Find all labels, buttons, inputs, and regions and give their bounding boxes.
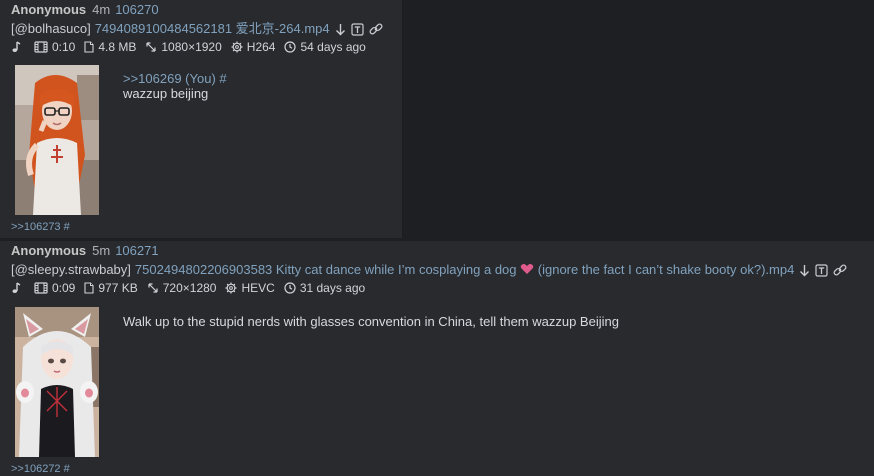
video-thumbnail[interactable] [15,307,99,457]
file-name-link[interactable]: 7502494802206903583 Kitty cat dance whil… [135,262,794,278]
download-arrow-icon[interactable] [799,264,810,277]
text-box-icon[interactable] [351,22,364,36]
upload-age: 31 days ago [284,281,365,295]
codec: H264 [231,40,276,54]
resolution: 720×1280 [147,281,217,295]
duration-value: 0:10 [52,40,76,54]
text-box-icon[interactable] [815,263,828,277]
age-value: 54 days ago [300,40,366,54]
poster-name: Anonymous [11,2,87,17]
link-icon[interactable] [369,22,383,36]
file-size: 977 KB [84,281,138,295]
codec: HEVC [225,281,275,295]
resize-arrows-icon [146,42,156,52]
file-icon [84,282,94,294]
resize-arrows-icon [148,283,158,293]
link-icon[interactable] [833,263,847,277]
post-time: 5m [92,243,111,258]
gear-icon [225,282,237,294]
poster-name: Anonymous [11,243,87,258]
download-arrow-icon[interactable] [335,23,346,36]
post-text: Walk up to the stupid nerds with glasses… [123,314,619,329]
uploader-handle: [@sleepy.strawbaby] [11,262,131,277]
post-number-link[interactable]: 106271 [115,243,158,258]
video-duration: 0:09 [34,281,75,295]
post-time: 4m [92,2,111,17]
gear-icon [231,41,243,53]
post-number-link[interactable]: 106270 [115,2,158,17]
file-icon [84,41,94,53]
clock-icon [284,41,297,53]
video-thumbnail[interactable] [15,65,99,215]
film-icon [34,41,48,53]
resolution-value: 1080×1920 [161,40,222,54]
file-info-line: [@sleepy.strawbaby] 7502494802206903583 … [11,262,847,278]
reply-quote-link[interactable]: >>106269 (You) # [123,71,227,86]
heart-icon [520,262,538,277]
film-icon [34,282,48,294]
post-header: Anonymous 4m 106270 [11,2,159,17]
age-value: 31 days ago [299,281,366,295]
backlink[interactable]: >>106272 # [11,463,70,475]
post-body: Walk up to the stupid nerds with glasses… [123,314,619,329]
file-name-part: (ignore the fact I can’t shake booty ok?… [537,262,795,277]
duration-value: 0:09 [52,281,76,295]
post-body: >>106269 (You) # wazzup beijing [123,71,227,101]
size-value: 4.8 MB [98,40,137,54]
codec-value: HEVC [241,281,275,295]
codec-value: H264 [246,40,276,54]
file-name-part: 7502494802206903583 Kitty cat dance whil… [134,262,517,277]
media-meta: 0:09 977 KB 720×1280 HEVC 31 days ago [11,281,374,295]
post-header: Anonymous 5m 106271 [11,243,159,258]
video-duration: 0:10 [34,40,75,54]
clock-icon [284,282,296,294]
post-106270: Anonymous 4m 106270 [@bolhasuco] 749408910… [0,0,403,238]
post-text: wazzup beijing [123,86,209,101]
music-note-icon[interactable] [11,282,25,294]
size-value: 977 KB [98,281,138,295]
backlink[interactable]: >>106273 # [11,221,70,233]
resolution: 1080×1920 [145,40,222,54]
post-106271: Anonymous 5m 106271 [@sleepy.strawbaby] 75… [0,241,874,476]
resolution-value: 720×1280 [162,281,217,295]
file-info-line: [@bolhasuco] 7494089100484562181 爱北京-264… [11,21,383,37]
music-note-icon[interactable] [11,41,25,53]
upload-age: 54 days ago [284,40,366,54]
uploader-handle: [@bolhasuco] [11,21,91,36]
media-meta: 0:10 4.8 MB 1080×1920 H264 54 days ago [11,40,375,54]
file-name-link[interactable]: 7494089100484562181 爱北京-264.mp4 [95,21,330,37]
file-size: 4.8 MB [84,40,136,54]
